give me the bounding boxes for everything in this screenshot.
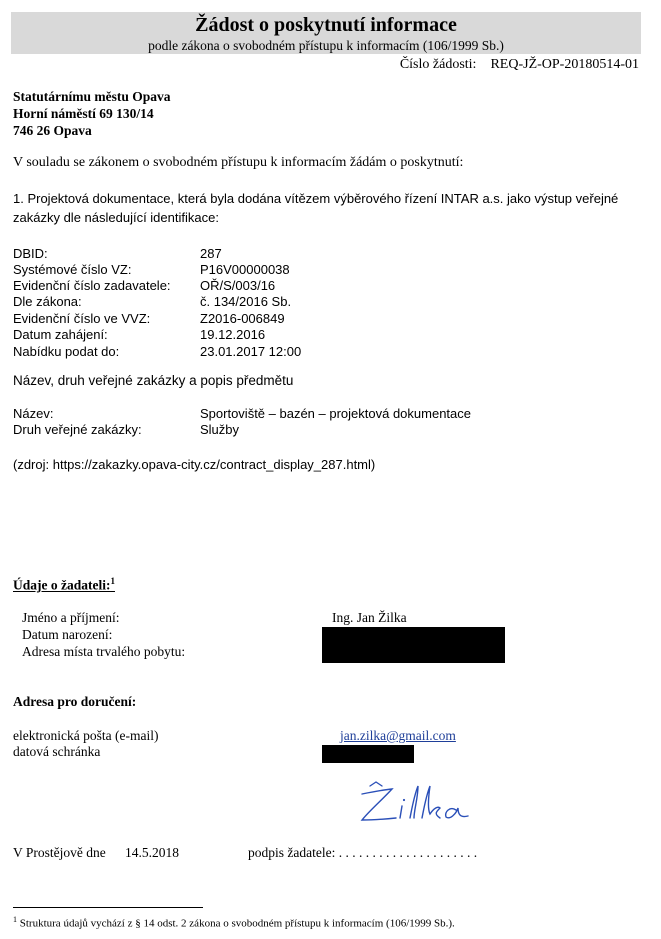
handwritten-signature (360, 781, 469, 821)
place-label: V Prostějově dne (13, 845, 106, 860)
s2-label: Druh veřejné zakázky: (13, 422, 142, 437)
redaction-box (322, 627, 505, 663)
applicant-heading-text: Údaje o žadateli: (13, 577, 111, 593)
footnote-mark: 1 (13, 915, 17, 924)
document-title: Žádost o poskytnutí informace (195, 14, 457, 36)
id-value: 23.01.2017 12:00 (200, 344, 302, 359)
footnote-text: Struktura údajů vychází z § 14 odst. 2 z… (19, 917, 455, 930)
id-label: Datum zahájení: (13, 327, 108, 342)
s2-value: Služby (200, 422, 240, 437)
request-item-1: 1. Projektová dokumentace, která byla do… (13, 191, 619, 225)
applicant-footnote-mark: 1 (110, 576, 115, 586)
footnote-divider (13, 907, 203, 908)
id-label: Nabídku podat do: (13, 344, 120, 359)
applicant-heading: Údaje o žadateli:1 (13, 576, 115, 594)
redaction-box (322, 745, 414, 763)
email-link[interactable]: jan.zilka@gmail.com (340, 728, 456, 744)
source-note: (zdroj: https://zakazky.opava-city.cz/co… (13, 457, 376, 472)
recipient-line-2: Horní náměstí 69 130/14 (13, 106, 154, 121)
id-label: Systémové číslo VZ: (13, 262, 132, 277)
id-value: P16V00000038 (200, 262, 290, 277)
request-number: Číslo žádosti: REQ-JŽ-OP-20180514-01 (400, 57, 639, 73)
delivery-heading: Adresa pro doručení: (13, 694, 137, 709)
recipient-line-3: 746 26 Opava (13, 123, 92, 138)
address-label: Adresa místa trvalého pobytu: (22, 644, 186, 659)
recipient-line-1: Statutárnímu městu Opava (13, 89, 171, 104)
section-2-heading: Název, druh veřejné zakázky a popis před… (13, 373, 294, 388)
intro-text: V souladu se zákonem o svobodném přístup… (13, 155, 464, 170)
date-value: 14.5.2018 (125, 845, 179, 860)
birth-date-label: Datum narození: (22, 627, 113, 642)
id-label: Evidenční číslo zadavatele: (13, 278, 171, 293)
footnote: 1 Struktura údajů vychází z § 14 odst. 2… (13, 915, 455, 930)
request-number-value: REQ-JŽ-OP-20180514-01 (490, 57, 639, 72)
id-label: Dle zákona: (13, 294, 82, 309)
id-value: č. 134/2016 Sb. (200, 294, 292, 309)
id-value: OŘ/S/003/16 (200, 278, 276, 293)
request-number-label: Číslo žádosti: (399, 57, 477, 72)
id-label: DBID: (13, 246, 48, 261)
title-box: Žádost o poskytnutí informace podle záko… (11, 12, 641, 54)
id-value: Z2016-006849 (200, 311, 285, 326)
id-value: 287 (200, 246, 222, 261)
signature-line: podpis žadatele: . . . . . . . . . . . .… (248, 845, 478, 860)
s2-value: Sportoviště – bazén – projektová dokumen… (200, 406, 472, 421)
s2-label: Název: (13, 406, 54, 421)
name-label: Jméno a příjmení: (22, 610, 120, 625)
name-value: Ing. Jan Žilka (332, 610, 407, 625)
email-label: elektronická pošta (e-mail) (13, 728, 159, 743)
databox-label: datová schránka (13, 744, 101, 759)
id-label: Evidenční číslo ve VVZ: (13, 311, 151, 326)
document-subtitle: podle zákona o svobodném přístupu k info… (148, 38, 504, 53)
id-value: 19.12.2016 (200, 327, 266, 342)
